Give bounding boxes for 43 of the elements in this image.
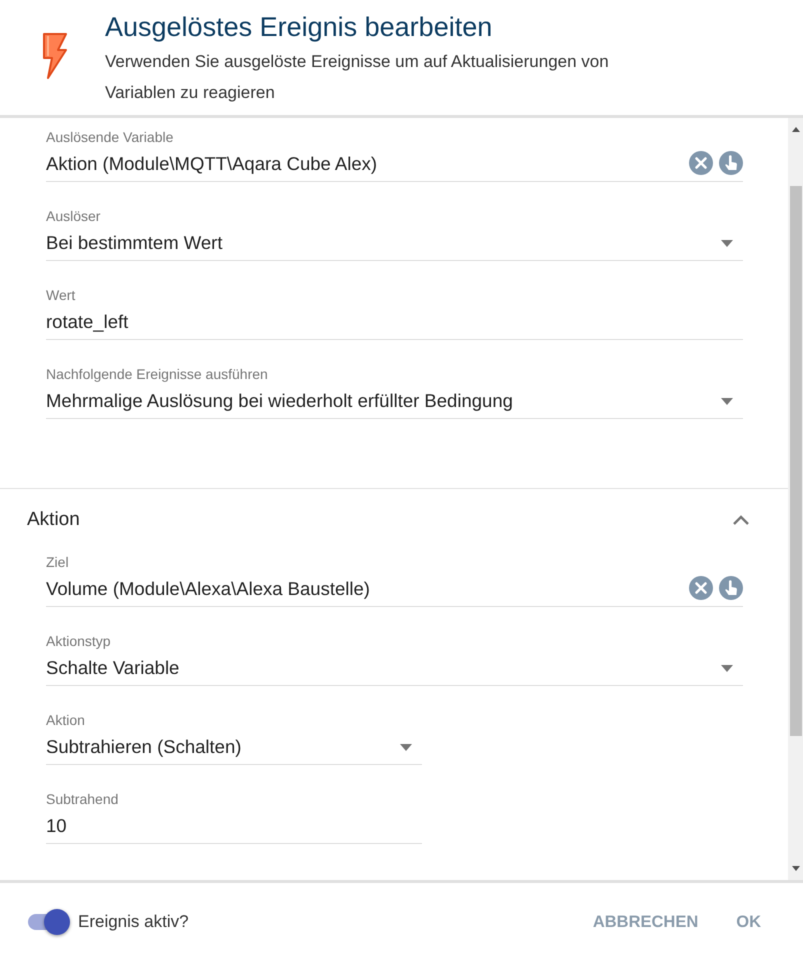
dropdown-field[interactable]: Auslöser Bei bestimmtem Wert <box>46 205 743 261</box>
clear-icon[interactable] <box>689 151 713 175</box>
scroll-up-arrow-icon[interactable] <box>792 127 800 132</box>
dialog-title: Ausgelöstes Ereignis bearbeiten <box>105 11 494 44</box>
section-title: Aktion <box>27 509 80 531</box>
clear-icon[interactable] <box>689 576 713 600</box>
field-label: Subtrahend <box>46 790 120 808</box>
dropdown-caret-icon[interactable] <box>721 240 733 247</box>
dropdown-field[interactable]: Aktionstyp Schalte Variable <box>46 630 743 686</box>
pointer-hand-icon[interactable] <box>719 576 743 600</box>
toggle-label: Ereignis aktiv? <box>78 912 189 932</box>
input-field[interactable]: Wert rotate_left <box>46 284 743 340</box>
pointer-hand-icon[interactable] <box>719 151 743 175</box>
field-value: 10 <box>46 814 68 838</box>
lightning-bolt-icon <box>42 32 68 80</box>
active-toggle[interactable]: Ereignis aktiv? <box>28 912 189 932</box>
scrollbar[interactable] <box>788 118 803 880</box>
field-value: Subtrahieren (Schalten) <box>46 735 242 759</box>
field-value: Schalte Variable <box>46 656 180 680</box>
dropdown-caret-icon[interactable] <box>721 665 733 672</box>
field-label: Auslöser <box>46 207 102 225</box>
variable-picker-field[interactable]: Ziel Volume (Module\Alexa\Alexa Baustelle) <box>46 551 743 607</box>
field-label: Aktionstyp <box>46 632 112 650</box>
dropdown-caret-icon[interactable] <box>721 398 733 405</box>
field-value: Bei bestimmtem Wert <box>46 231 224 255</box>
dropdown-caret-icon[interactable] <box>400 744 412 751</box>
field-label: Ziel <box>46 553 70 571</box>
dialog-subtitle: Verwenden Sie ausgelöste Ereignisse um auf Aktualisierungen von Variablen zu reagieren <box>105 51 610 104</box>
field-value: Volume (Module\Alexa\Alexa Baustelle) <box>46 577 371 601</box>
field-label: Aktion <box>46 711 86 729</box>
scroll-down-arrow-icon[interactable] <box>792 866 800 871</box>
field-value: Mehrmalige Auslösung bei wiederholt erfüllter Bedingung <box>46 389 514 413</box>
field-label: Auslösende Variable <box>46 128 174 146</box>
input-field[interactable]: Subtrahend 10 <box>46 788 422 844</box>
field-label: Nachfolgende Ereignisse ausführen <box>46 365 269 383</box>
field-value: rotate_left <box>46 310 130 334</box>
chevron-up-icon[interactable] <box>732 514 750 526</box>
dropdown-field[interactable]: Aktion Subtrahieren (Schalten) <box>46 709 422 765</box>
field-value: Aktion (Module\MQTT\Aqara Cube Alex) <box>46 152 378 176</box>
field-label: Wert <box>46 286 76 304</box>
section-header[interactable]: Aktion <box>27 489 750 551</box>
variable-picker-field[interactable]: Auslösende Variable Aktion (Module\MQTT\Aqara Cube Alex) <box>46 126 743 182</box>
dropdown-field[interactable]: Nachfolgende Ereignisse ausführen Mehrmalige Auslösung bei wiederholt erfüllter Bedingung <box>46 363 743 419</box>
